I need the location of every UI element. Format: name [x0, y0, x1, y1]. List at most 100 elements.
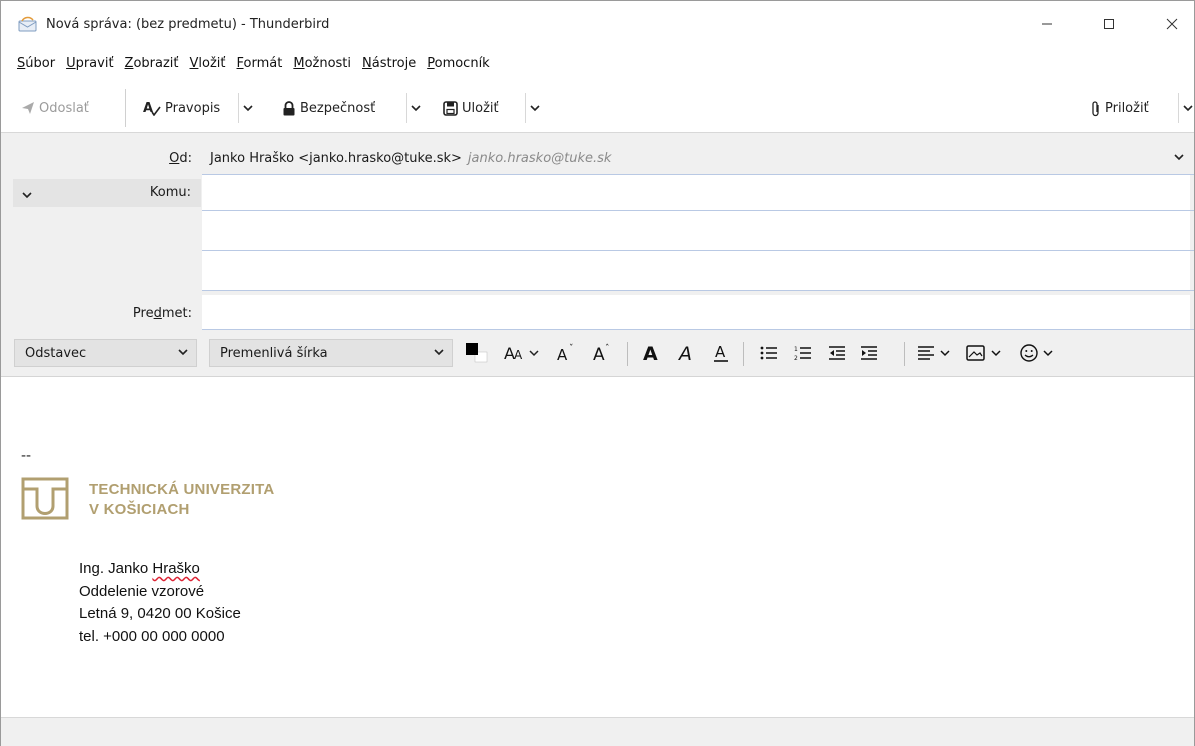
- toolbar-separator: [125, 89, 126, 127]
- spellcheck-icon: A: [143, 100, 161, 116]
- menu-tools[interactable]: Nástroje: [362, 56, 416, 71]
- paragraph-format-select[interactable]: Odstavec: [14, 339, 197, 367]
- svg-text:A: A: [143, 101, 153, 116]
- underline-icon: A: [714, 343, 728, 362]
- svg-text:1: 1: [794, 346, 798, 353]
- numbered-list-icon: 12: [794, 346, 811, 361]
- chevron-down-icon: [1182, 104, 1193, 111]
- compose-toolbar: Odoslať A Pravopis Bezpečnosť Uložiť Pri…: [1, 83, 1194, 133]
- signature-department: Oddelenie vzorové: [79, 582, 205, 600]
- menu-help[interactable]: Pomocník: [427, 56, 490, 71]
- title-bar: Nová správa: (bez predmetu) - Thunderbir…: [1, 1, 1194, 47]
- increase-font-size-button[interactable]: Aˆ: [590, 339, 616, 367]
- insert-button[interactable]: [963, 339, 1013, 367]
- from-dropdown-icon[interactable]: [1174, 150, 1184, 165]
- chevron-down-icon: [434, 345, 444, 360]
- send-icon: [21, 101, 35, 115]
- chevron-down-icon: [410, 104, 421, 111]
- message-body-editor[interactable]: -- TECHNICKÁ UNIVERZITA V KOŠICIACH Ing.…: [1, 378, 1194, 716]
- indent-icon: [861, 346, 877, 360]
- to-label: Komu:: [149, 185, 191, 200]
- bullet-list-icon: [760, 346, 777, 360]
- smiley-icon: [1020, 344, 1053, 362]
- chevron-down-icon: [242, 104, 253, 111]
- chevron-down-icon: [529, 104, 540, 111]
- tuke-logo-icon: [21, 477, 69, 520]
- save-icon: [443, 100, 458, 116]
- svg-text:ˆ: ˆ: [605, 343, 610, 354]
- chevron-down-icon: [178, 345, 188, 360]
- bullet-list-button[interactable]: [758, 339, 780, 367]
- text-color-icon: [466, 343, 488, 363]
- menu-file[interactable]: Súbor: [17, 56, 55, 71]
- from-label: Od:: [169, 151, 192, 166]
- from-identity-hint: janko.hrasko@tuke.sk: [467, 151, 612, 166]
- send-button[interactable]: Odoslať: [21, 93, 89, 123]
- university-logo: TECHNICKÁ UNIVERZITA V KOŠICIACH: [21, 476, 321, 526]
- italic-icon: A: [677, 343, 692, 363]
- recipient-input-3[interactable]: [202, 251, 1190, 290]
- recipient-type-toggle[interactable]: Komu:: [13, 179, 201, 207]
- subject-label: Predmet:: [132, 306, 192, 321]
- svg-text:A: A: [593, 345, 605, 363]
- signature-phone: tel. +000 00 000 0000: [79, 627, 225, 645]
- maximize-button[interactable]: [1086, 1, 1132, 47]
- signature-details: Ing. Janko Hraško Oddelenie vzorové Letn…: [79, 558, 241, 648]
- underline-button[interactable]: A: [709, 339, 733, 367]
- signature-address: Letná 9, 0420 00 Košice: [79, 605, 241, 622]
- close-button[interactable]: [1149, 1, 1195, 47]
- save-dropdown-button[interactable]: [525, 93, 543, 123]
- svg-text:ˇ: ˇ: [569, 343, 574, 354]
- security-button[interactable]: Bezpečnosť: [282, 93, 375, 123]
- decrease-font-size-button[interactable]: Aˇ: [554, 339, 580, 367]
- security-dropdown-button[interactable]: [406, 93, 424, 123]
- svg-text:A: A: [677, 343, 692, 363]
- font-family-select[interactable]: Premenlivá šírka: [209, 339, 453, 367]
- bold-button[interactable]: A: [639, 339, 663, 367]
- signature-name: Ing. Janko Hraško: [79, 560, 200, 577]
- svg-text:A: A: [643, 343, 658, 363]
- indent-button[interactable]: [858, 339, 880, 367]
- to-input[interactable]: [202, 175, 1190, 211]
- align-left-icon: [918, 346, 950, 360]
- menu-edit[interactable]: Upraviť: [66, 56, 113, 71]
- text-color-button[interactable]: [462, 339, 492, 367]
- menu-options[interactable]: Možnosti: [293, 56, 351, 71]
- window-title: Nová správa: (bez predmetu) - Thunderbir…: [46, 16, 330, 32]
- menu-format[interactable]: Formát: [237, 56, 283, 71]
- outdent-button[interactable]: [826, 339, 848, 367]
- alignment-button[interactable]: [915, 339, 959, 367]
- menu-insert[interactable]: Vložiť: [190, 56, 226, 71]
- menu-bar: Súbor Upraviť Zobraziť Vložiť Formát Mož…: [1, 51, 1194, 75]
- attach-dropdown-button[interactable]: [1178, 93, 1195, 123]
- paperclip-icon: [1091, 100, 1101, 117]
- spelling-button[interactable]: A Pravopis: [143, 93, 220, 123]
- italic-button[interactable]: A: [675, 339, 699, 367]
- spelling-dropdown-button[interactable]: [238, 93, 256, 123]
- svg-text:2: 2: [794, 355, 798, 361]
- recipient-underline-3: [202, 290, 1194, 291]
- lock-icon: [282, 100, 296, 116]
- minimize-button[interactable]: [1024, 1, 1070, 47]
- logo-text: TECHNICKÁ UNIVERZITA V KOŠICIACH: [89, 481, 275, 518]
- message-headers: Od: Janko Hraško <janko.hrasko@tuke.sk> j…: [1, 133, 1194, 331]
- numbered-list-button[interactable]: 12: [792, 339, 814, 367]
- chevron-down-icon: [22, 188, 32, 203]
- insert-image-icon: [966, 345, 1001, 361]
- save-button[interactable]: Uložiť: [443, 93, 499, 123]
- font-size-icon: AA: [504, 344, 539, 363]
- attach-button[interactable]: Priložiť: [1091, 93, 1149, 123]
- outdent-icon: [829, 346, 845, 360]
- from-field[interactable]: Janko Hraško <janko.hrasko@tuke.sk> janko…: [210, 151, 611, 166]
- status-bar: [1, 717, 1194, 746]
- font-larger-icon: Aˆ: [593, 343, 610, 363]
- recipient-input-2[interactable]: [202, 211, 1190, 250]
- bold-icon: A: [643, 343, 658, 363]
- compose-window: Nová správa: (bez predmetu) - Thunderbir…: [0, 0, 1195, 746]
- menu-view[interactable]: Zobraziť: [125, 56, 179, 71]
- signature-separator: --: [21, 448, 32, 464]
- font-size-button[interactable]: AA: [503, 339, 549, 367]
- insert-emoji-button[interactable]: [1019, 339, 1065, 367]
- subject-input[interactable]: [202, 295, 1190, 329]
- subject-underline: [202, 329, 1194, 330]
